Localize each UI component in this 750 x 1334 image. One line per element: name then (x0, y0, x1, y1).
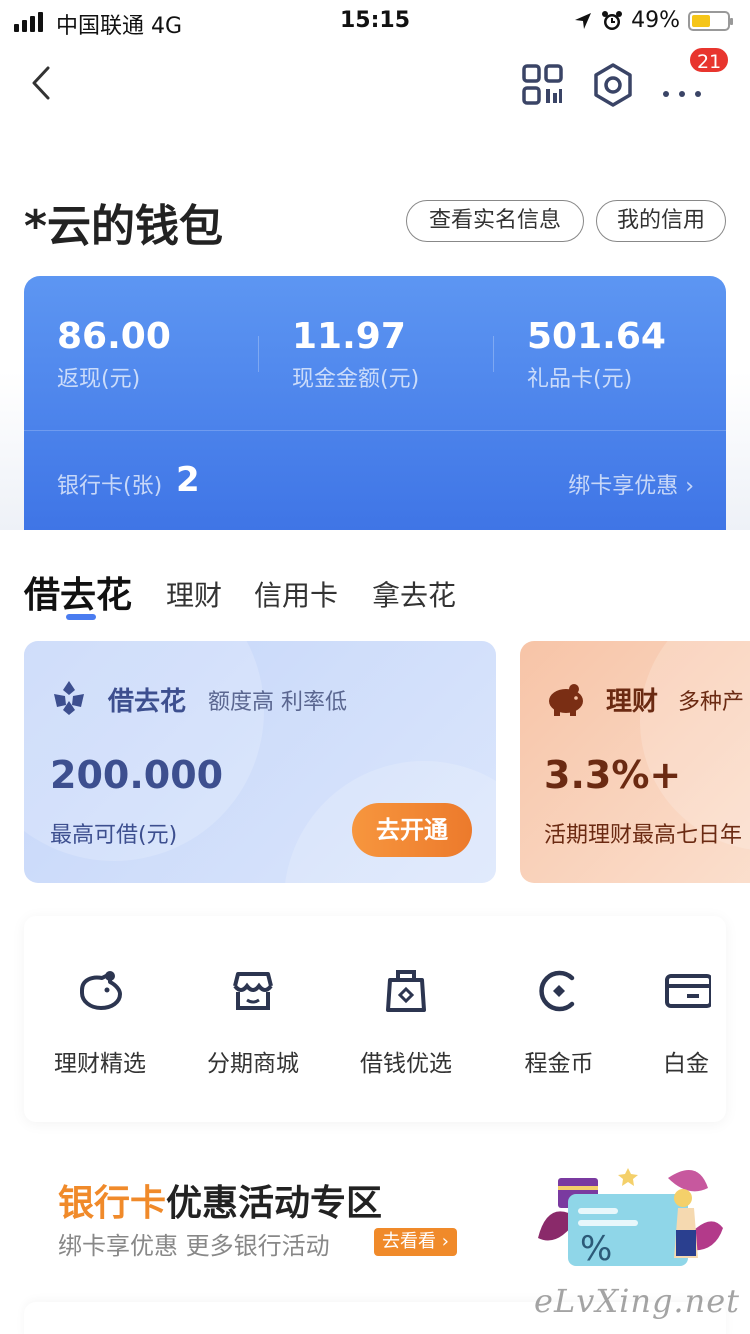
finance-rate: 3.3%+ (544, 753, 682, 797)
watermark-logo: eLvXing.net (534, 1282, 740, 1320)
giftcard-label: 礼品卡(元) (527, 367, 633, 392)
menu-label: 借钱优选 (360, 1051, 452, 1077)
finance-product-card[interactable]: 理财 多种产 3.3%+ 活期理财最高七日年 (520, 641, 750, 883)
menu-label: 分期商城 (207, 1051, 299, 1077)
shop-icon (233, 972, 273, 1010)
tab-naquhua[interactable]: 拿去花 (372, 574, 456, 614)
finance-product-name: 理财 (606, 687, 659, 717)
svg-text:%: % (580, 1229, 612, 1269)
location-arrow-icon (575, 12, 592, 29)
cash-value: 11.97 (292, 316, 406, 357)
open-loan-button[interactable]: 去开通 (352, 803, 472, 857)
product-tabs: 借去花 理财 信用卡 拿去花 (0, 566, 750, 626)
banner-title-highlight: 银行卡 (58, 1183, 167, 1224)
giftcard-value: 501.64 (527, 316, 666, 357)
card-icon (665, 974, 711, 1008)
cash-balance[interactable]: 11.97 现金金额(元) (292, 316, 419, 393)
battery-icon (688, 10, 733, 31)
tab-licai[interactable]: 理财 (166, 574, 222, 614)
divider (258, 336, 259, 372)
promo-illustration-icon: % (538, 1168, 723, 1269)
settings-hexagon-icon[interactable] (590, 62, 636, 108)
finance-rate-label: 活期理财最高七日年 (544, 823, 743, 848)
bank-card-label[interactable]: 银行卡(张) (57, 468, 162, 500)
quick-menu: 理财精选 分期商城 借钱优选 程金币 白金 (24, 916, 726, 1122)
cash-label: 现金金额(元) (292, 367, 420, 392)
money-bag-icon (386, 970, 426, 1012)
finance-product-subtitle: 多种产 (678, 690, 745, 715)
balance-card: 86.00 返现(元) 11.97 现金金额(元) 501.64 礼品卡(元) … (24, 276, 726, 530)
alarm-icon (602, 10, 623, 30)
page-title: *云的钱包 (24, 201, 224, 252)
battery-percent: 49% (631, 8, 680, 33)
status-bar: 中国联通 4G 15:15 49% (0, 0, 750, 42)
notification-badge: 21 (688, 46, 731, 74)
nav-bar (0, 52, 750, 116)
menu-label: 程金币 (524, 1051, 594, 1077)
divider (24, 430, 726, 431)
menu-item-chengjinbi[interactable]: 程金币 (483, 966, 635, 1078)
qr-code-icon[interactable] (520, 62, 566, 108)
loan-product-subtitle: 额度高 利率低 (208, 690, 347, 715)
bind-card-link[interactable]: 绑卡享优惠 › (568, 468, 694, 500)
cashback-balance[interactable]: 86.00 返现(元) (57, 316, 171, 393)
giftcard-balance[interactable]: 501.64 礼品卡(元) (527, 316, 666, 393)
coin-icon (539, 970, 575, 1012)
active-tab-indicator (66, 614, 96, 620)
divider (493, 336, 494, 372)
banner-subtitle: 绑卡享优惠 更多银行活动 (58, 1232, 330, 1260)
loan-product-name: 借去花 (108, 687, 187, 717)
banner-view-button[interactable]: 去看看 › (374, 1228, 457, 1256)
loan-amount-label: 最高可借(元) (50, 823, 178, 848)
tab-jiequhua[interactable]: 借去花 (24, 566, 132, 618)
menu-label: 白金 (663, 1051, 709, 1077)
my-credit-button[interactable]: 我的信用 (596, 200, 726, 242)
menu-item-baijin[interactable]: 白金 (636, 966, 736, 1078)
cashback-value: 86.00 (57, 316, 171, 357)
banner-title-rest: 优惠活动专区 (166, 1183, 383, 1224)
menu-item-licai-jingxuan[interactable]: 理财精选 (24, 966, 176, 1078)
menu-item-fenqi-shangcheng[interactable]: 分期商城 (177, 966, 329, 1078)
loan-amount: 200.000 (50, 753, 224, 797)
piggy-bank-icon (549, 684, 583, 716)
tab-credit-card[interactable]: 信用卡 (254, 574, 338, 614)
back-arrow-icon[interactable] (22, 58, 62, 108)
loan-product-card[interactable]: 借去花 额度高 利率低 200.000 最高可借(元) 去开通 (24, 641, 496, 883)
bank-card-promo-banner[interactable]: 银行卡优惠活动专区 绑卡享优惠 更多银行活动 去看看 › % (24, 1158, 726, 1270)
view-realname-button[interactable]: 查看实名信息 (406, 200, 584, 242)
menu-label: 理财精选 (54, 1051, 146, 1077)
piggy-bank-icon (80, 971, 122, 1010)
cashback-label: 返现(元) (57, 367, 141, 392)
bank-card-count[interactable]: 2 (176, 460, 200, 500)
menu-item-jieqian-youxuan[interactable]: 借钱优选 (330, 966, 482, 1078)
banner-title: 银行卡优惠活动专区 (58, 1174, 382, 1226)
loan-logo-icon (54, 681, 84, 715)
